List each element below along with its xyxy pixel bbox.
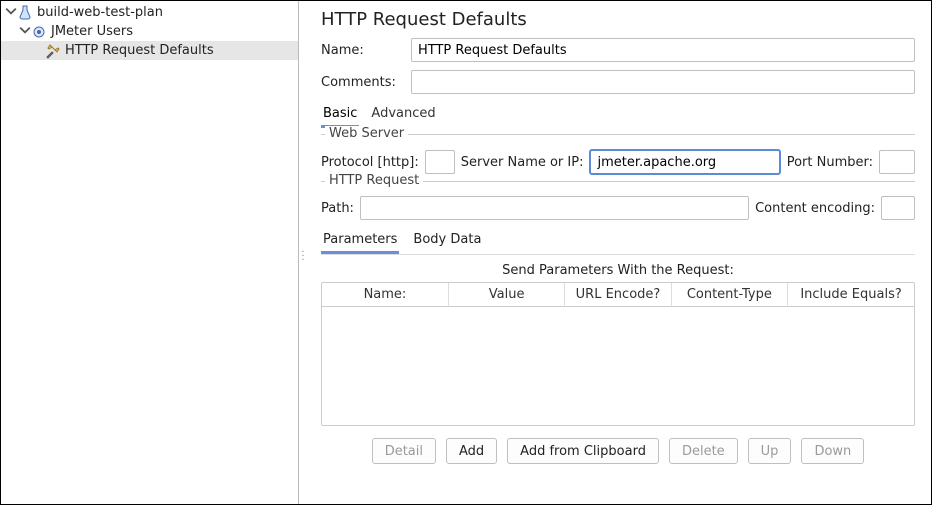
encoding-input[interactable] bbox=[881, 196, 915, 220]
tree-label: JMeter Users bbox=[51, 24, 133, 39]
delete-button[interactable]: Delete bbox=[669, 438, 738, 464]
encoding-label: Content encoding: bbox=[755, 201, 875, 216]
comments-label: Comments: bbox=[321, 75, 411, 90]
tree-item-test-plan[interactable]: build-web-test-plan bbox=[1, 3, 298, 22]
server-name-label: Server Name or IP: bbox=[461, 155, 584, 170]
path-label: Path: bbox=[321, 201, 354, 216]
col-url-encode: URL Encode? bbox=[564, 283, 670, 307]
path-input[interactable] bbox=[360, 196, 749, 220]
http-request-legend: HTTP Request bbox=[325, 173, 423, 188]
name-label: Name: bbox=[321, 43, 411, 58]
app-window: build-web-test-plan JMeter Users HTTP Re… bbox=[0, 0, 932, 505]
protocol-input[interactable] bbox=[425, 150, 455, 174]
main-tabs: Basic Advanced bbox=[321, 104, 915, 128]
detail-button[interactable]: Detail bbox=[372, 438, 436, 464]
comments-row: Comments: bbox=[321, 70, 915, 94]
protocol-label: Protocol [http]: bbox=[321, 155, 419, 170]
port-label: Port Number: bbox=[787, 155, 873, 170]
col-value: Value bbox=[448, 283, 565, 307]
test-plan-tree[interactable]: build-web-test-plan JMeter Users HTTP Re… bbox=[1, 1, 299, 504]
web-server-group: Web Server Protocol [http]: Server Name … bbox=[321, 134, 915, 175]
col-content-type: Content-Type bbox=[671, 283, 788, 307]
col-name: Name: bbox=[322, 283, 448, 307]
http-request-group: HTTP Request Path: Content encoding: bbox=[321, 181, 915, 220]
params-table-header: Name: Value URL Encode? Content-Type Inc… bbox=[322, 283, 914, 307]
chevron-down-icon[interactable] bbox=[19, 24, 31, 39]
tab-advanced[interactable]: Advanced bbox=[369, 104, 437, 128]
tab-body-data[interactable]: Body Data bbox=[411, 230, 483, 254]
config-panel: HTTP Request Defaults Name: Comments: Ba… bbox=[299, 1, 931, 504]
col-include-equals: Include Equals? bbox=[787, 283, 914, 307]
up-button[interactable]: Up bbox=[748, 438, 792, 464]
split-handle[interactable]: ··· bbox=[299, 251, 307, 263]
server-name-input[interactable] bbox=[589, 149, 780, 175]
params-buttons: Detail Add Add from Clipboard Delete Up … bbox=[321, 438, 915, 464]
page-title: HTTP Request Defaults bbox=[321, 9, 915, 30]
params-table[interactable]: Name: Value URL Encode? Content-Type Inc… bbox=[321, 282, 915, 426]
params-table-body[interactable] bbox=[322, 307, 914, 425]
tab-parameters[interactable]: Parameters bbox=[321, 230, 399, 254]
tab-basic[interactable]: Basic bbox=[321, 104, 359, 128]
gear-icon bbox=[31, 24, 47, 40]
add-from-clipboard-button[interactable]: Add from Clipboard bbox=[507, 438, 659, 464]
name-row: Name: bbox=[321, 38, 915, 62]
tree-label: HTTP Request Defaults bbox=[65, 43, 214, 58]
name-input[interactable] bbox=[411, 38, 915, 62]
web-server-legend: Web Server bbox=[325, 126, 408, 141]
params-tabs: Parameters Body Data bbox=[321, 230, 915, 255]
add-button[interactable]: Add bbox=[446, 438, 497, 464]
wrench-icon bbox=[45, 43, 61, 59]
port-input[interactable] bbox=[879, 150, 915, 174]
chevron-down-icon[interactable] bbox=[5, 5, 17, 20]
tree-item-thread-group[interactable]: JMeter Users bbox=[1, 22, 298, 41]
down-button[interactable]: Down bbox=[801, 438, 864, 464]
tree-label: build-web-test-plan bbox=[37, 5, 163, 20]
comments-input[interactable] bbox=[411, 70, 915, 94]
params-caption: Send Parameters With the Request: bbox=[321, 263, 915, 278]
beaker-icon bbox=[17, 5, 33, 21]
tree-item-http-defaults[interactable]: HTTP Request Defaults bbox=[1, 41, 298, 60]
